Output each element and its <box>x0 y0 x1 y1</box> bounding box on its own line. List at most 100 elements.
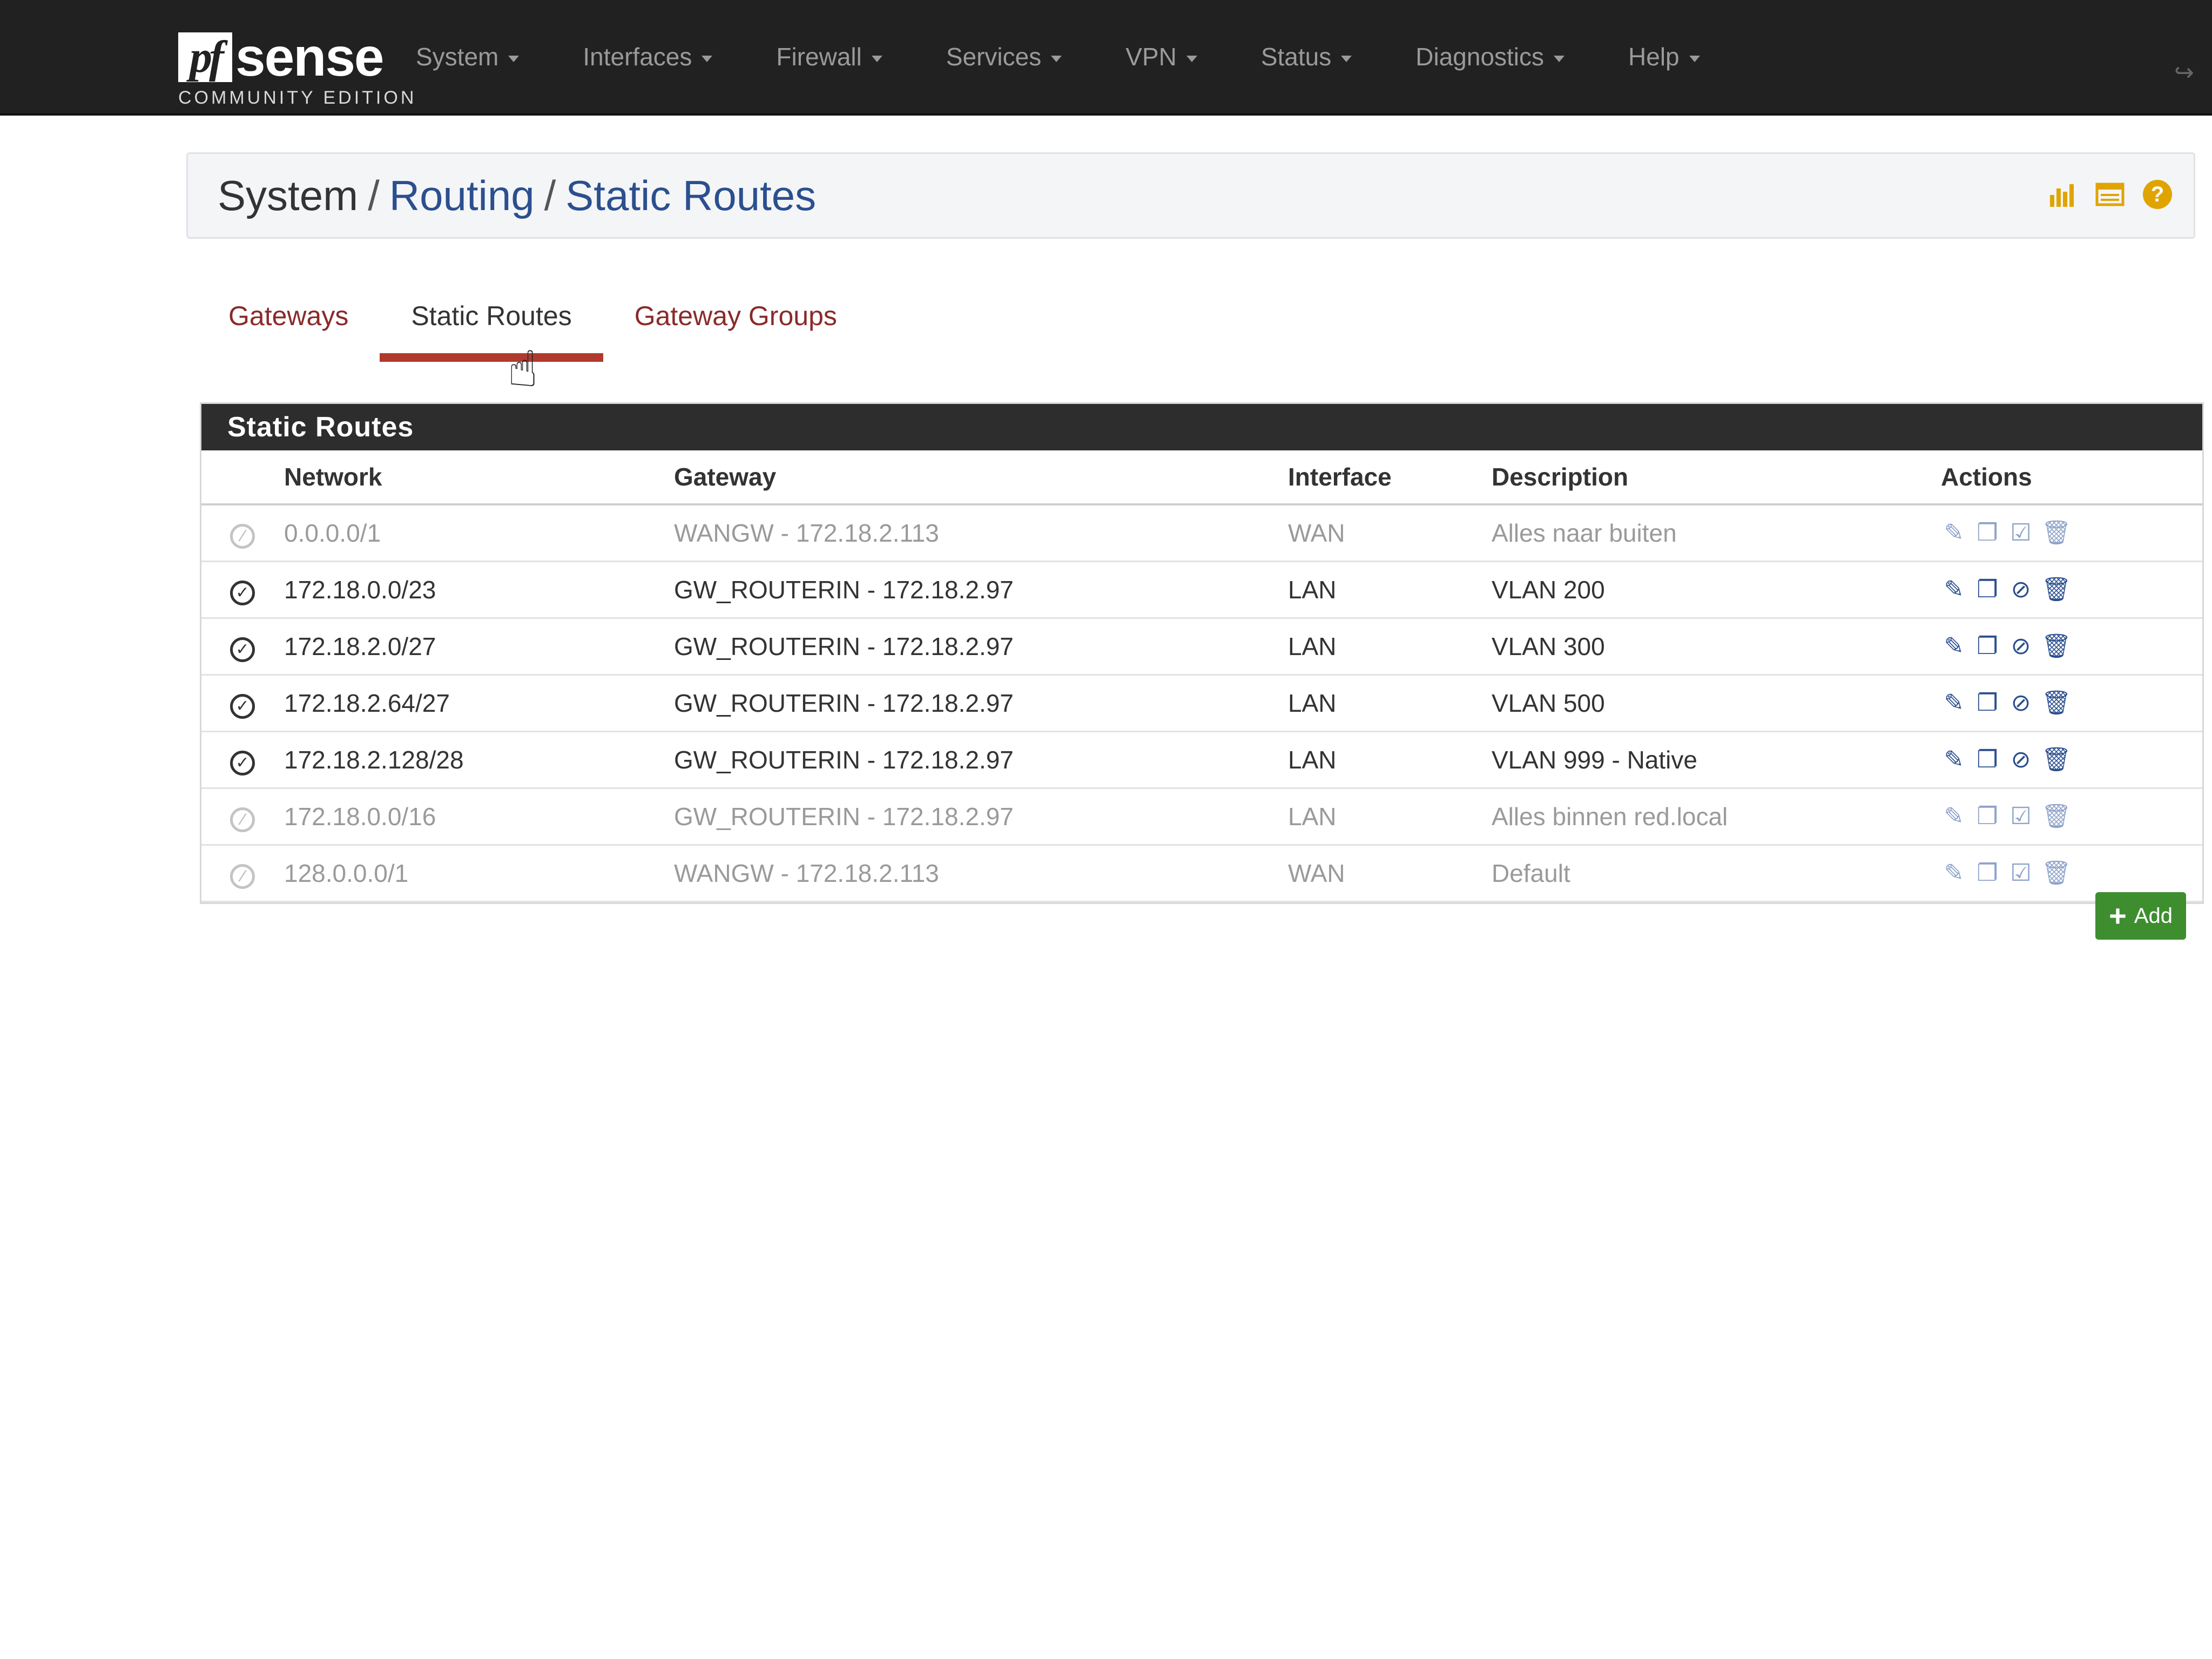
edit-pencil-icon[interactable]: ✎ <box>1941 860 1967 886</box>
menu-status[interactable]: Status <box>1261 42 1352 71</box>
header-icons: ? <box>2048 180 2172 209</box>
plus-icon: + <box>2109 899 2127 933</box>
gateway-cell: GW_ROUTERIN - 172.18.2.97 <box>673 675 1287 732</box>
network-cell: 172.18.2.0/27 <box>284 618 673 676</box>
enable-check-icon[interactable]: ☑ <box>2008 804 2034 830</box>
menu-vpn[interactable]: VPN <box>1125 42 1197 71</box>
gateway-cell: GW_ROUTERIN - 172.18.2.97 <box>673 731 1287 789</box>
disable-ban-icon[interactable]: ⊘ <box>2008 577 2034 603</box>
edit-pencil-icon[interactable]: ✎ <box>1941 747 1967 773</box>
tab-gateway-groups[interactable]: Gateway Groups <box>603 281 868 362</box>
delete-trash-icon[interactable]: 🗑 <box>2041 804 2072 830</box>
breadcrumb-static-routes[interactable]: Static Routes <box>565 172 816 219</box>
table-row[interactable]: ✓ 172.18.0.0/23 GW_ROUTERIN - 172.18.2.9… <box>201 561 2202 619</box>
disabled-status-icon: ∕ <box>230 864 255 889</box>
description-cell: Alles binnen red.local <box>1491 788 1940 846</box>
table-row[interactable]: ∕ 0.0.0.0/1 WANGW - 172.18.2.113 WAN All… <box>201 504 2202 562</box>
table-row[interactable]: ✓ 172.18.2.128/28 GW_ROUTERIN - 172.18.2… <box>201 731 2202 789</box>
list-icon[interactable] <box>2095 180 2125 209</box>
row-actions: ✎ ❐ ☑ 🗑 <box>1941 520 2202 546</box>
edit-pencil-icon[interactable]: ✎ <box>1941 577 1967 603</box>
add-route-button[interactable]: + Add <box>2095 892 2186 940</box>
menu-status-label: Status <box>1260 43 1332 71</box>
edit-pencil-icon[interactable]: ✎ <box>1941 633 1967 659</box>
copy-icon[interactable]: ❐ <box>1974 747 2000 773</box>
menu-help[interactable]: Help <box>1628 42 1700 71</box>
column-network[interactable]: Network <box>284 450 673 505</box>
copy-icon[interactable]: ❐ <box>1974 633 2000 659</box>
description-cell: VLAN 500 <box>1491 675 1940 732</box>
interface-cell: LAN <box>1287 561 1491 619</box>
disable-ban-icon[interactable]: ⊘ <box>2008 690 2034 716</box>
copy-icon[interactable]: ❐ <box>1974 520 2000 546</box>
edit-pencil-icon[interactable]: ✎ <box>1941 520 1967 546</box>
copy-icon[interactable]: ❐ <box>1974 804 2000 830</box>
copy-icon[interactable]: ❐ <box>1974 577 2000 603</box>
column-interface[interactable]: Interface <box>1287 450 1491 505</box>
logo-mark: pf <box>178 32 232 82</box>
enable-check-icon[interactable]: ☑ <box>2008 520 2034 546</box>
table-row[interactable]: ✓ 172.18.2.64/27 GW_ROUTERIN - 172.18.2.… <box>201 675 2202 732</box>
row-actions: ✎ ❐ ☑ 🗑 <box>1941 804 2202 830</box>
actions-cell: ✎ ❐ ☑ 🗑 <box>1940 788 2202 846</box>
table-row[interactable]: ∕ 172.18.0.0/16 GW_ROUTERIN - 172.18.2.9… <box>201 788 2202 846</box>
menu-services[interactable]: Services <box>946 42 1062 71</box>
breadcrumb-separator: / <box>544 172 556 219</box>
caret-down-icon <box>508 55 520 62</box>
edit-pencil-icon[interactable]: ✎ <box>1941 690 1967 716</box>
delete-trash-icon[interactable]: 🗑 <box>2041 520 2072 546</box>
help-icon[interactable]: ? <box>2143 180 2172 209</box>
copy-icon[interactable]: ❐ <box>1974 860 2000 886</box>
status-cell: ∕ <box>201 504 284 562</box>
status-cell: ∕ <box>201 788 284 846</box>
disable-ban-icon[interactable]: ⊘ <box>2008 747 2034 773</box>
breadcrumb-system: System <box>218 172 359 219</box>
breadcrumb-routing[interactable]: Routing <box>389 172 535 219</box>
network-cell: 172.18.2.64/27 <box>284 675 673 732</box>
disable-ban-icon[interactable]: ⊘ <box>2008 633 2034 659</box>
copy-icon[interactable]: ❐ <box>1974 690 2000 716</box>
gateway-cell: GW_ROUTERIN - 172.18.2.97 <box>673 561 1287 619</box>
chart-icon[interactable] <box>2048 180 2077 209</box>
breadcrumb-separator: / <box>368 172 380 219</box>
delete-trash-icon[interactable]: 🗑 <box>2041 577 2072 603</box>
row-actions: ✎ ❐ ⊘ 🗑 <box>1941 747 2202 773</box>
caret-down-icon <box>1554 55 1565 62</box>
delete-trash-icon[interactable]: 🗑 <box>2041 747 2072 773</box>
enable-check-icon[interactable]: ☑ <box>2008 860 2034 886</box>
panel-title: Static Routes <box>201 404 2202 450</box>
caret-down-icon <box>1689 55 1700 62</box>
menu-diagnostics[interactable]: Diagnostics <box>1415 42 1565 71</box>
menu-system[interactable]: System <box>416 42 520 71</box>
table-row[interactable]: ✓ 172.18.2.0/27 GW_ROUTERIN - 172.18.2.9… <box>201 618 2202 676</box>
row-actions: ✎ ❐ ⊘ 🗑 <box>1941 690 2202 716</box>
edit-pencil-icon[interactable]: ✎ <box>1941 804 1967 830</box>
gateway-cell: WANGW - 172.18.2.113 <box>673 845 1287 902</box>
enabled-status-icon: ✓ <box>230 637 255 662</box>
menu-interfaces[interactable]: Interfaces <box>583 42 713 71</box>
static-routes-panel: Static Routes Network Gateway Interface … <box>200 402 2204 904</box>
enabled-status-icon: ✓ <box>230 693 255 719</box>
actions-cell: ✎ ❐ ⊘ 🗑 <box>1940 675 2202 732</box>
delete-trash-icon[interactable]: 🗑 <box>2041 860 2072 886</box>
status-cell: ✓ <box>201 675 284 732</box>
description-cell: VLAN 999 - Native <box>1491 731 1940 789</box>
caret-down-icon <box>1051 55 1062 62</box>
tab-gateways[interactable]: Gateways <box>197 281 380 362</box>
main-menu: System Interfaces Firewall Services VPN … <box>416 0 1764 113</box>
logout-icon[interactable]: ↪ <box>2174 61 2196 85</box>
top-navbar: pf sense COMMUNITY EDITION System Interf… <box>0 0 2212 116</box>
column-description[interactable]: Description <box>1491 450 1940 505</box>
table-header-row: Network Gateway Interface Description Ac… <box>201 450 2202 505</box>
tab-static-routes-label: Static Routes <box>411 301 572 331</box>
row-actions: ✎ ❐ ☑ 🗑 <box>1941 860 2202 886</box>
gateway-cell: WANGW - 172.18.2.113 <box>673 504 1287 562</box>
menu-firewall[interactable]: Firewall <box>776 42 882 71</box>
table-row[interactable]: ∕ 128.0.0.0/1 WANGW - 172.18.2.113 WAN D… <box>201 845 2202 902</box>
pfsense-logo[interactable]: pf sense COMMUNITY EDITION <box>178 27 414 108</box>
column-gateway[interactable]: Gateway <box>673 450 1287 505</box>
tab-static-routes[interactable]: Static Routes <box>380 281 603 362</box>
delete-trash-icon[interactable]: 🗑 <box>2041 690 2072 716</box>
delete-trash-icon[interactable]: 🗑 <box>2041 633 2072 659</box>
gateway-cell: GW_ROUTERIN - 172.18.2.97 <box>673 618 1287 676</box>
